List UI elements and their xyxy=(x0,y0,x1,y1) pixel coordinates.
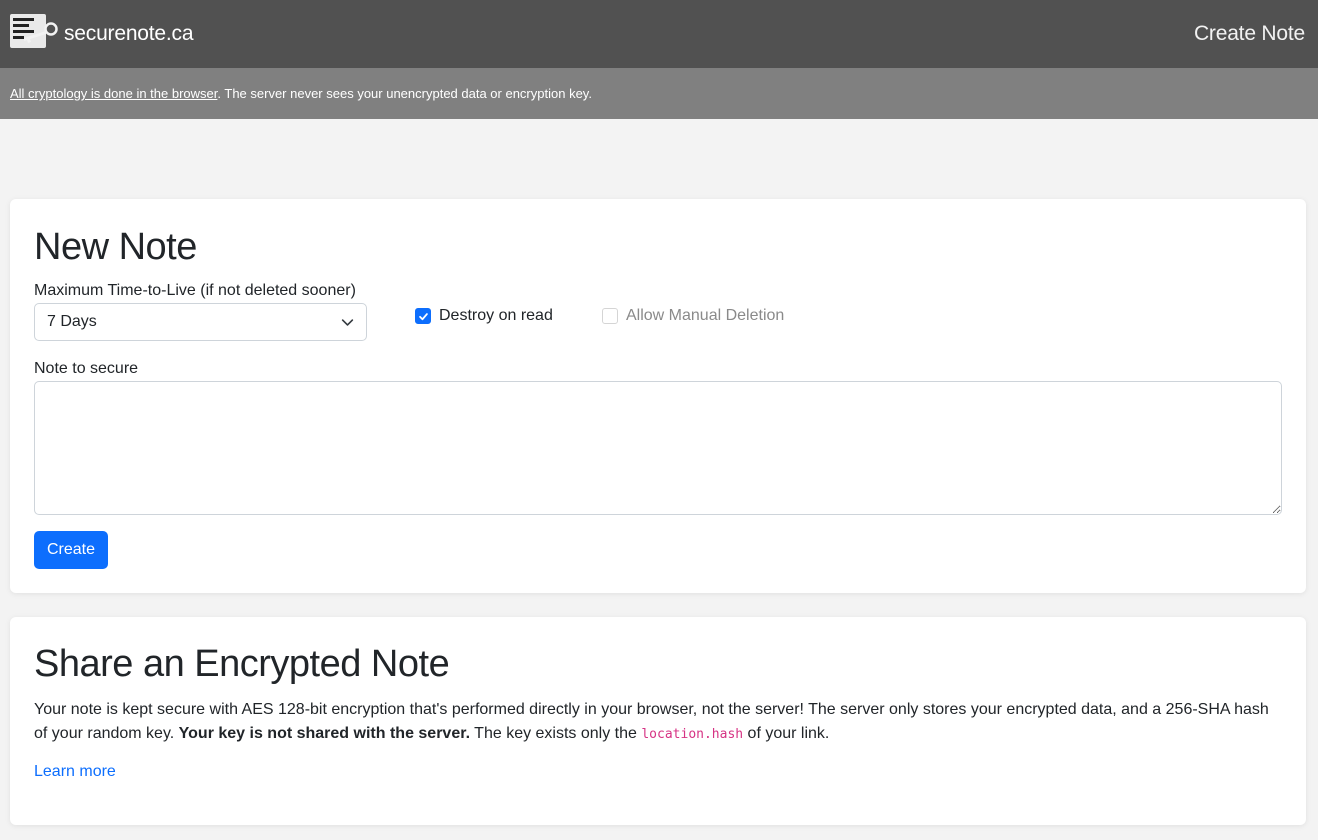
share-text-2: The key exists only the xyxy=(470,725,642,742)
notice-rest: . The server never sees your unencrypted… xyxy=(217,86,592,101)
notice-text: All cryptology is done in the browser. T… xyxy=(10,86,592,101)
ttl-select[interactable]: 7 Days xyxy=(34,303,367,341)
crypto-info-link[interactable]: All cryptology is done in the browser xyxy=(10,86,217,101)
destroy-on-read-label: Destroy on read xyxy=(439,307,553,324)
brand-name: securenote.ca xyxy=(64,22,194,45)
destroy-on-read-option[interactable]: Destroy on read xyxy=(415,307,553,325)
share-info-card: Share an Encrypted Note Your note is kep… xyxy=(10,617,1306,825)
destroy-on-read-checkbox[interactable] xyxy=(415,308,431,324)
new-note-card: New Note Maximum Time-to-Live (if not de… xyxy=(10,199,1306,593)
top-navbar: securenote.ca Create Note xyxy=(0,0,1318,68)
note-key-logo-icon xyxy=(10,13,58,55)
crypto-notice-bar: All cryptology is done in the browser. T… xyxy=(0,68,1318,119)
create-button[interactable]: Create xyxy=(34,531,108,569)
allow-manual-deletion-label: Allow Manual Deletion xyxy=(626,307,785,324)
learn-more-link[interactable]: Learn more xyxy=(34,763,116,781)
share-text-bold: Your key is not shared with the server. xyxy=(178,725,471,742)
note-label: Note to secure xyxy=(34,360,139,377)
chevron-down-icon xyxy=(341,316,354,334)
brand-link[interactable]: securenote.ca xyxy=(10,13,194,55)
share-description: Your note is kept secure with AES 128-bi… xyxy=(34,698,1284,747)
ttl-selected-value: 7 Days xyxy=(47,313,97,330)
note-textarea[interactable] xyxy=(34,381,1282,515)
nav-create-note[interactable]: Create Note xyxy=(1194,22,1305,46)
checkmark-icon xyxy=(418,312,428,320)
ttl-label: Maximum Time-to-Live (if not deleted soo… xyxy=(34,282,356,299)
new-note-title: New Note xyxy=(34,226,197,268)
allow-manual-deletion-checkbox xyxy=(602,308,618,324)
location-hash-code: location.hash xyxy=(641,727,744,742)
allow-manual-deletion-option: Allow Manual Deletion xyxy=(602,307,784,325)
share-title: Share an Encrypted Note xyxy=(34,643,450,685)
share-text-3: of your link. xyxy=(743,725,830,742)
